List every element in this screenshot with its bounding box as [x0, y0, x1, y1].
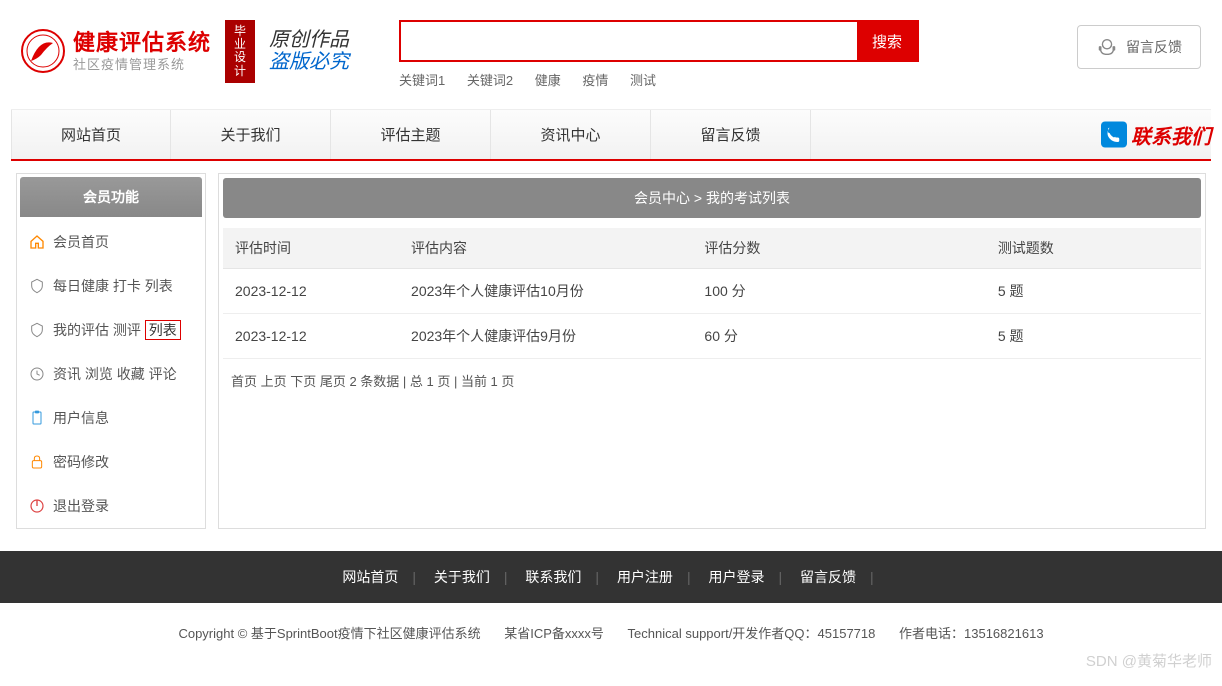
search-keywords: 关键词1 关键词2 健康 疫情 测试: [399, 70, 1077, 89]
sidebar-item-label: 密码修改: [53, 452, 109, 472]
col-count: 测试题数: [986, 228, 1201, 269]
sidebar-item-label: 我的评估 测评 列表: [53, 320, 181, 340]
shield-icon: [29, 278, 45, 294]
pagination[interactable]: 首页 上页 下页 尾页 2 条数据 | 总 1 页 | 当前 1 页: [223, 359, 1201, 402]
home-icon: [29, 234, 45, 250]
nav-feedback[interactable]: 留言反馈: [651, 110, 811, 159]
phone-icon: [1101, 122, 1127, 148]
copyright: Copyright © 基于SprintBoot疫情下社区健康评估系统 某省IC…: [0, 603, 1222, 662]
cell-time: 2023-12-12: [223, 269, 399, 314]
cell-content: 2023年个人健康评估10月份: [399, 269, 692, 314]
lock-icon: [29, 454, 45, 470]
sidebar: 会员功能 会员首页 每日健康 打卡 列表 我的评估 测评 列表 资讯 浏览 收藏…: [16, 173, 206, 529]
sidebar-item-label: 退出登录: [53, 496, 109, 516]
col-time: 评估时间: [223, 228, 399, 269]
graduation-badge: 毕业设计: [225, 20, 255, 83]
search-input[interactable]: [401, 22, 857, 60]
sidebar-item-exam[interactable]: 我的评估 测评 列表: [17, 308, 205, 352]
cell-content: 2023年个人健康评估9月份: [399, 314, 692, 359]
site-subtitle: 社区疫情管理系统: [73, 57, 211, 74]
keyword-link[interactable]: 健康: [535, 73, 561, 88]
sidebar-item-daily[interactable]: 每日健康 打卡 列表: [17, 264, 205, 308]
clipboard-icon: [29, 410, 45, 426]
cell-score: 60 分: [692, 314, 985, 359]
cell-score: 100 分: [692, 269, 985, 314]
footer-nav: 网站首页| 关于我们| 联系我们| 用户注册| 用户登录| 留言反馈|: [0, 551, 1222, 603]
content-panel: 会员中心 > 我的考试列表 评估时间 评估内容 评估分数 测试题数 2023-1…: [218, 173, 1206, 529]
feedback-button[interactable]: 留言反馈: [1077, 25, 1201, 69]
breadcrumb: 会员中心 > 我的考试列表: [223, 178, 1201, 218]
site-title: 健康评估系统: [73, 29, 211, 58]
feedback-label: 留言反馈: [1126, 37, 1182, 57]
logo-area: 健康评估系统 社区疫情管理系统 毕业设计 原创作品 盗版必究: [21, 20, 349, 83]
cell-count: 5 题: [986, 314, 1201, 359]
sidebar-item-logout[interactable]: 退出登录: [17, 484, 205, 528]
keyword-link[interactable]: 关键词2: [467, 73, 513, 88]
keyword-link[interactable]: 测试: [630, 73, 656, 88]
sidebar-item-label: 用户信息: [53, 408, 109, 428]
footer-link[interactable]: 用户登录: [708, 569, 764, 585]
sidebar-item-label: 资讯 浏览 收藏 评论: [53, 364, 177, 384]
nav-about[interactable]: 关于我们: [171, 110, 331, 159]
col-score: 评估分数: [692, 228, 985, 269]
footer-link[interactable]: 留言反馈: [800, 569, 856, 585]
sidebar-item-label: 会员首页: [53, 232, 109, 252]
cell-count: 5 题: [986, 269, 1201, 314]
search-button[interactable]: 搜索: [857, 22, 917, 60]
footer-link[interactable]: 用户注册: [617, 569, 673, 585]
shield-icon: [29, 322, 45, 338]
sidebar-item-password[interactable]: 密码修改: [17, 440, 205, 484]
keyword-link[interactable]: 关键词1: [399, 73, 445, 88]
power-icon: [29, 498, 45, 514]
cell-time: 2023-12-12: [223, 314, 399, 359]
footer-link[interactable]: 联系我们: [525, 569, 581, 585]
originality-text: 原创作品 盗版必究: [269, 29, 349, 73]
exam-table: 评估时间 评估内容 评估分数 测试题数 2023-12-12 2023年个人健康…: [223, 228, 1201, 359]
sidebar-item-news[interactable]: 资讯 浏览 收藏 评论: [17, 352, 205, 396]
search-box: 搜索: [399, 20, 919, 62]
keyword-link[interactable]: 疫情: [582, 73, 608, 88]
table-row: 2023-12-12 2023年个人健康评估10月份 100 分 5 题: [223, 269, 1201, 314]
footer-link[interactable]: 关于我们: [434, 569, 490, 585]
clock-icon: [29, 366, 45, 382]
nav-topics[interactable]: 评估主题: [331, 110, 491, 159]
sidebar-item-label: 每日健康 打卡 列表: [53, 276, 173, 296]
sidebar-item-profile[interactable]: 用户信息: [17, 396, 205, 440]
table-row: 2023-12-12 2023年个人健康评估9月份 60 分 5 题: [223, 314, 1201, 359]
nav-news[interactable]: 资讯中心: [491, 110, 651, 159]
headset-icon: [1096, 36, 1118, 58]
sidebar-item-home[interactable]: 会员首页: [17, 220, 205, 264]
col-content: 评估内容: [399, 228, 692, 269]
footer-link[interactable]: 网站首页: [342, 569, 398, 585]
logo-icon: [21, 29, 65, 73]
sidebar-header: 会员功能: [20, 177, 202, 217]
contact-us[interactable]: 联系我们: [1101, 120, 1211, 149]
nav-home[interactable]: 网站首页: [11, 110, 171, 159]
